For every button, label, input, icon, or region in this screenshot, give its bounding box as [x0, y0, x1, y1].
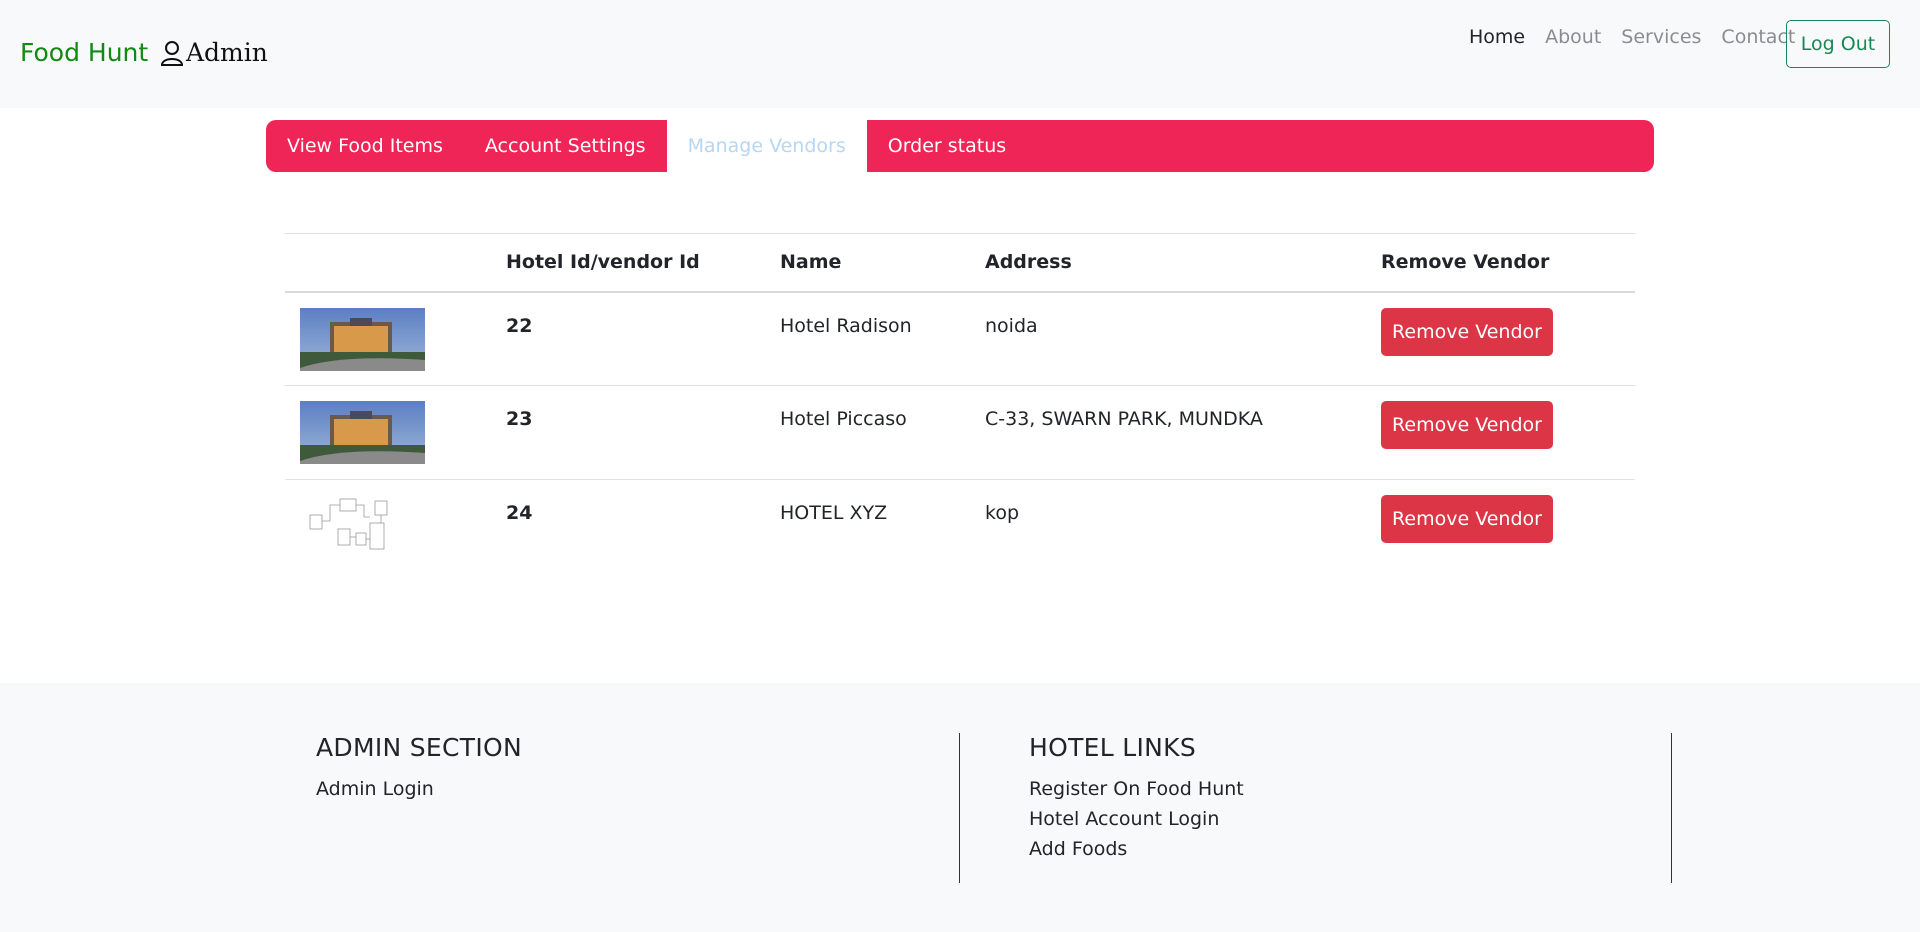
row-id: 22 [506, 314, 533, 337]
header-remove: Remove Vendor [1381, 251, 1550, 274]
row-address: kop [985, 502, 1020, 524]
nav-links: Home About Services Contact [1459, 24, 1805, 50]
nav-home[interactable]: Home [1459, 24, 1535, 50]
tab-view-food-items[interactable]: View Food Items [266, 120, 464, 172]
header-id: Hotel Id/vendor Id [506, 251, 700, 274]
header-image [285, 234, 506, 292]
user-icon [160, 40, 184, 66]
row-address: C-33, SWARN PARK, MUNDKA [985, 408, 1263, 430]
brand-logo[interactable]: Food Hunt [20, 38, 148, 67]
row-action-cell: Remove Vendor [1381, 292, 1635, 386]
vendors-table-container: Hotel Id/vendor Id Name Address Remove V… [285, 233, 1635, 574]
hotel-building-photo [300, 401, 425, 464]
footer-admin-title: ADMIN SECTION [316, 733, 522, 762]
footer-admin-section: ADMIN SECTION Admin Login [316, 733, 522, 804]
footer: ADMIN SECTION Admin Login HOTEL LINKS Re… [0, 683, 1920, 932]
footer-hotel-links: HOTEL LINKS Register On Food Hunt Hotel … [1029, 733, 1244, 864]
nav-services[interactable]: Services [1611, 24, 1711, 50]
admin-label: Admin [160, 38, 268, 67]
add-foods-link[interactable]: Add Foods [1029, 834, 1244, 864]
table-header-row: Hotel Id/vendor Id Name Address Remove V… [285, 233, 1635, 292]
footer-divider [1671, 733, 1672, 883]
row-image-cell [285, 386, 506, 480]
table-row: 22 Hotel Radison noida Remove Vendor [285, 292, 1635, 386]
row-image-cell [285, 292, 506, 386]
row-name: Hotel Radison [780, 314, 912, 337]
row-image-cell [285, 480, 506, 574]
header-address: Address [985, 251, 1072, 274]
tab-order-status[interactable]: Order status [867, 120, 1027, 172]
nav-about[interactable]: About [1535, 24, 1611, 50]
register-link[interactable]: Register On Food Hunt [1029, 774, 1244, 804]
row-action-cell: Remove Vendor [1381, 480, 1635, 574]
remove-vendor-button[interactable]: Remove Vendor [1381, 495, 1553, 543]
header-name: Name [780, 251, 842, 274]
tab-account-settings[interactable]: Account Settings [464, 120, 667, 172]
row-name: HOTEL XYZ [780, 502, 888, 524]
logout-button[interactable]: Log Out [1786, 20, 1890, 68]
remove-vendor-button[interactable]: Remove Vendor [1381, 401, 1553, 449]
row-name: Hotel Piccaso [780, 408, 907, 430]
remove-vendor-button[interactable]: Remove Vendor [1381, 307, 1553, 356]
footer-hotel-title: HOTEL LINKS [1029, 733, 1196, 762]
tab-manage-vendors[interactable]: Manage Vendors [666, 120, 867, 172]
row-action-cell: Remove Vendor [1381, 386, 1635, 480]
top-navbar: Food Hunt Admin Home About Services Cont… [0, 0, 1920, 108]
vendors-table: Hotel Id/vendor Id Name Address Remove V… [285, 233, 1635, 574]
admin-tabs: View Food Items Account Settings Manage … [266, 120, 1654, 172]
table-row: 24 HOTEL XYZ kop Remove Vendor [285, 480, 1635, 574]
footer-divider [959, 733, 960, 883]
row-id: 24 [506, 502, 533, 524]
hotel-building-photo [300, 307, 425, 371]
hotel-login-link[interactable]: Hotel Account Login [1029, 804, 1244, 834]
table-row: 23 Hotel Piccaso C-33, SWARN PARK, MUNDK… [285, 386, 1635, 480]
admin-text: Admin [186, 38, 268, 67]
row-address: noida [985, 314, 1038, 337]
diagram-thumbnail [300, 495, 425, 558]
row-id: 23 [506, 408, 533, 430]
admin-login-link[interactable]: Admin Login [316, 774, 522, 804]
